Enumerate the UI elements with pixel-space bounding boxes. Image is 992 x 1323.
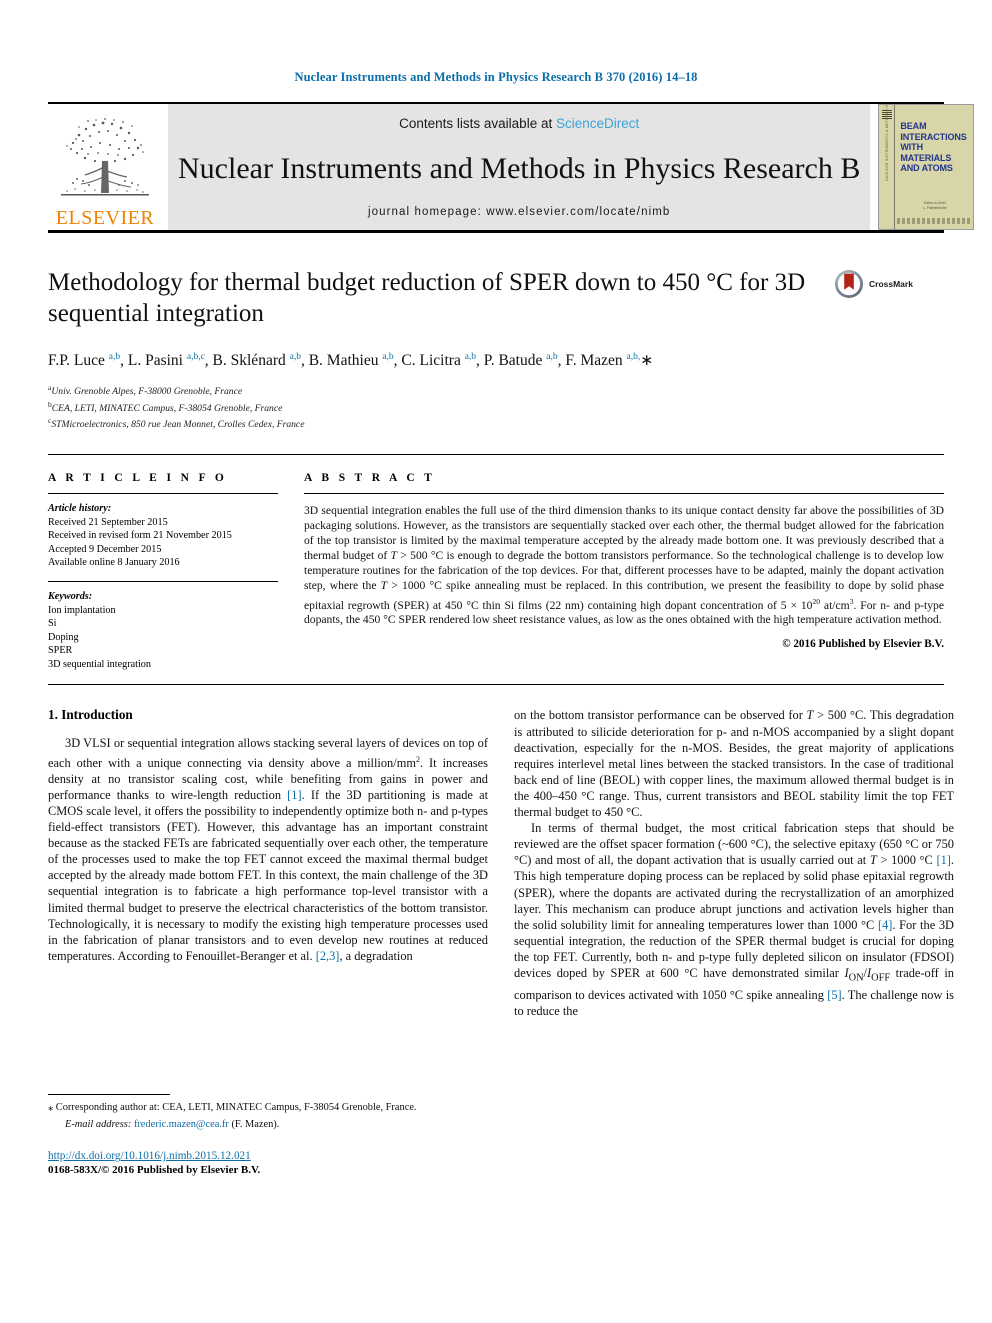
cover-title-line: AND ATOMS	[900, 163, 953, 173]
article-info-column: A R T I C L E I N F O Article history: R…	[48, 472, 278, 672]
body-columns: 1. Introduction 3D VLSI or sequential in…	[48, 707, 954, 1177]
crossmark-label: CrossMark	[869, 279, 913, 289]
journal-cover-thumbnail: NUCLEAR INSTRUMENTS & METHODS IN PHYSICS…	[878, 104, 975, 230]
abstract-column: A B S T R A C T 3D sequential integratio…	[304, 472, 944, 672]
journal-masthead: ELSEVIER Contents lists available at Sci…	[48, 104, 975, 230]
history-item: Received in revised form 21 November 201…	[48, 530, 232, 542]
info-top-rule	[48, 453, 944, 455]
cover-spine-text: NUCLEAR INSTRUMENTS & METHODS IN PHYSICS…	[885, 104, 890, 181]
journal-homepage-link[interactable]: journal homepage: www.elsevier.com/locat…	[368, 206, 670, 218]
body-right-column: on the bottom transistor performance can…	[514, 707, 954, 1177]
crossmark-icon	[835, 270, 863, 298]
email-label: E-mail address:	[65, 1119, 132, 1131]
cover-footer-text: Editor-in-Chief L. Palmetshofer	[899, 201, 970, 211]
affiliation-item: bCEA, LETI, MINATEC Campus, F-38054 Gren…	[48, 399, 824, 416]
doi-link[interactable]: http://dx.doi.org/10.1016/j.nimb.2015.12…	[48, 1149, 488, 1163]
section-heading-introduction: 1. Introduction	[48, 707, 133, 723]
history-item: Accepted 9 December 2015	[48, 543, 162, 555]
elsevier-logo: ELSEVIER	[48, 104, 162, 230]
abstract-rule	[304, 492, 944, 494]
title-block: Methodology for thermal budget reduction…	[48, 267, 944, 432]
corresponding-author-note: ⁎ Corresponding author at: CEA, LETI, MI…	[48, 1102, 417, 1114]
keywords-divider-rule	[48, 580, 278, 582]
affiliation-list: aUniv. Grenoble Alpes, F-38000 Grenoble,…	[48, 382, 824, 432]
keyword-item: Si	[48, 618, 57, 630]
keywords-label: Keywords:	[48, 590, 93, 602]
affiliation-text: Univ. Grenoble Alpes, F-38000 Grenoble, …	[51, 386, 243, 398]
keyword-item: Ion implantation	[48, 604, 116, 616]
email-link[interactable]: frederic.mazen@cea.fr	[134, 1119, 229, 1130]
info-bottom-rule	[48, 684, 944, 686]
keywords-group: Keywords: Ion implantation Si Doping SPE…	[48, 590, 278, 672]
body-paragraph: on the bottom transistor performance can…	[514, 708, 955, 820]
affiliation-text: STMicroelectronics, 850 rue Jean Monnet,…	[51, 419, 305, 431]
page-title: Methodology for thermal budget reduction…	[48, 269, 806, 327]
abstract-copyright: © 2016 Published by Elsevier B.V.	[782, 637, 944, 650]
elsevier-tree-icon	[61, 118, 149, 196]
journal-title: Nuclear Instruments and Methods in Physi…	[178, 151, 861, 185]
cover-title-line: MATERIALS	[900, 152, 952, 163]
contents-available-line: Contents lists available at ScienceDirec…	[399, 116, 639, 131]
body-paragraph: In terms of thermal budget, the most cri…	[514, 821, 954, 1018]
issn-copyright-line: 0168-583X/© 2016 Published by Elsevier B…	[48, 1164, 261, 1177]
cover-title-line: BEAM	[900, 121, 927, 131]
running-head: Nuclear Instruments and Methods in Physi…	[294, 70, 698, 84]
contents-prefix-text: Contents lists available at	[399, 116, 556, 131]
footnote-area: ⁎ Corresponding author at: CEA, LETI, MI…	[48, 1094, 488, 1177]
article-info-heading: A R T I C L E I N F O	[48, 471, 228, 484]
author-list: F.P. Luce a,b, L. Pasini a,b,c, B. Sklén…	[48, 352, 654, 370]
article-history-group: Article history: Received 21 September 2…	[48, 502, 278, 570]
masthead-bottom-rule	[48, 230, 944, 233]
email-note: E-mail address: frederic.mazen@cea.fr (F…	[48, 1118, 488, 1132]
sciencedirect-link[interactable]: ScienceDirect	[556, 116, 639, 131]
affiliation-item: aUniv. Grenoble Alpes, F-38000 Grenoble,…	[48, 382, 824, 399]
crossmark-badge[interactable]: CrossMark	[834, 269, 944, 299]
cover-title-line: WITH	[900, 142, 923, 152]
body-paragraph: 3D VLSI or sequential integration allows…	[48, 736, 489, 963]
masthead-center-panel: Contents lists available at ScienceDirec…	[168, 104, 871, 230]
article-page: Nuclear Instruments and Methods in Physi…	[0, 0, 992, 1323]
doi-block: http://dx.doi.org/10.1016/j.nimb.2015.12…	[48, 1149, 488, 1177]
footnote-rule	[48, 1094, 170, 1096]
cover-title-line: INTERACTIONS	[900, 131, 967, 142]
keyword-item: SPER	[48, 645, 73, 657]
cover-editor-name: L. Palmetshofer	[923, 206, 947, 210]
cover-bottom-banner	[897, 218, 972, 224]
abstract-heading: A B S T R A C T	[304, 471, 436, 484]
cover-spine: NUCLEAR INSTRUMENTS & METHODS IN PHYSICS…	[879, 104, 896, 229]
keyword-item: Doping	[48, 631, 79, 643]
article-info-rule	[48, 492, 278, 494]
affiliation-text: CEA, LETI, MINATEC Campus, F-38054 Greno…	[51, 402, 283, 414]
email-suffix: (F. Mazen).	[231, 1119, 280, 1131]
history-item: Available online 8 January 2016	[48, 557, 180, 569]
affiliation-item: cSTMicroelectronics, 850 rue Jean Monnet…	[48, 415, 824, 432]
info-abstract-area: A R T I C L E I N F O Article history: R…	[48, 472, 944, 672]
keyword-item: 3D sequential integration	[48, 658, 151, 670]
abstract-text: 3D sequential integration enables the fu…	[304, 503, 944, 627]
article-history-label: Article history:	[48, 502, 112, 514]
elsevier-wordmark: ELSEVIER	[55, 207, 155, 229]
history-item: Received 21 September 2015	[48, 516, 168, 528]
body-left-column: 1. Introduction 3D VLSI or sequential in…	[48, 707, 488, 1177]
